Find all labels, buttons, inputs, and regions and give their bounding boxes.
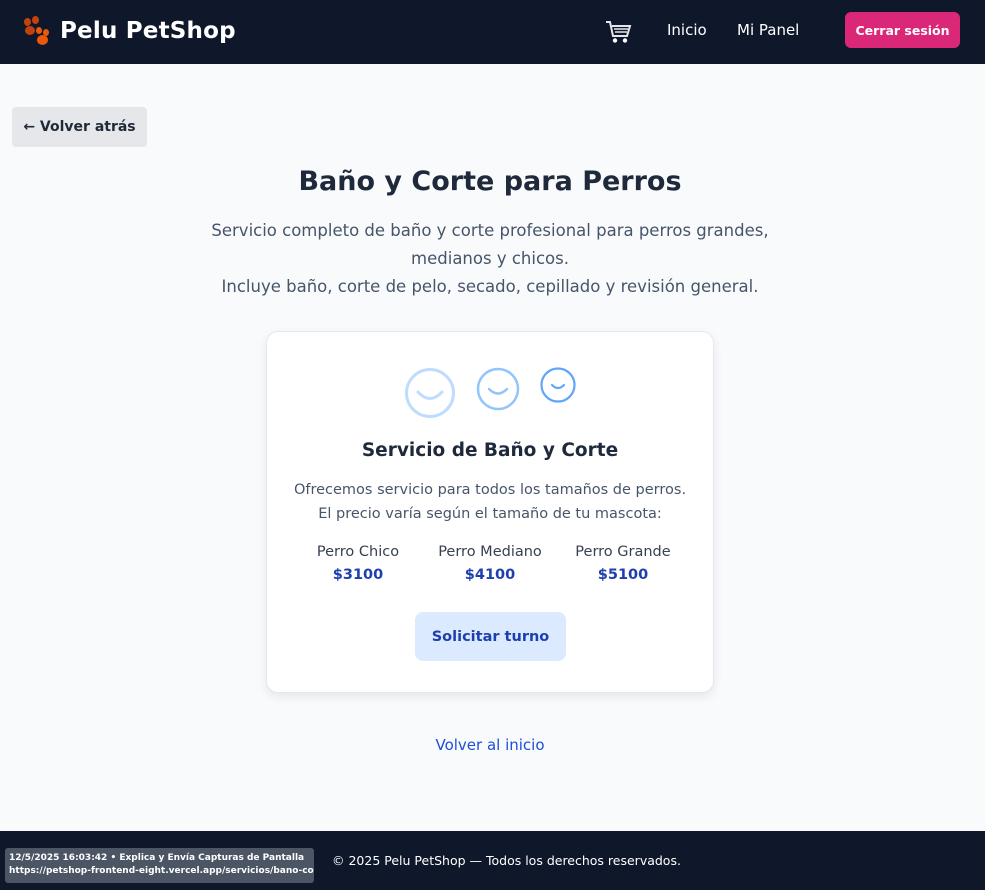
size-name: Perro Grande — [575, 544, 671, 560]
smiley-small-icon — [540, 367, 576, 403]
stamp-line-2: https://petshop-frontend-eight.vercel.ap… — [9, 866, 314, 876]
nav-link-mi-panel[interactable]: Mi Panel — [737, 21, 799, 39]
screenshot-stamp: 12/5/2025 16:03:42 • Explica y Envía Cap… — [5, 848, 314, 883]
back-to-home-link[interactable]: Volver al inicio — [0, 736, 980, 754]
size-option-mediano: Perro Mediano $4100 — [425, 542, 555, 588]
size-option-chico: Perro Chico $3100 — [293, 542, 423, 588]
brand[interactable]: Pelu PetShop — [22, 16, 236, 46]
card-text-line-1: Ofrecemos servicio para todos los tamaño… — [293, 482, 687, 498]
size-price: $5100 — [597, 567, 649, 583]
footer-copyright: © 2025 Pelu PetShop — Todos los derechos… — [332, 853, 681, 868]
size-option-grande: Perro Grande $5100 — [558, 542, 688, 588]
smiley-icons — [405, 367, 576, 418]
smiley-medium-icon — [476, 367, 520, 411]
paw-icon — [22, 16, 50, 46]
service-card: Servicio de Baño y Corte Ofrecemos servi… — [266, 331, 714, 693]
service-description: Servicio completo de baño y corte profes… — [170, 217, 810, 301]
request-appointment-button[interactable]: Solicitar turno — [415, 612, 566, 661]
smiley-large-icon — [405, 368, 455, 418]
brand-name: Pelu PetShop — [60, 18, 236, 44]
cart-icon[interactable] — [605, 19, 633, 45]
card-text-line-2: El precio varía según el tamaño de tu ma… — [318, 506, 662, 522]
size-price: $4100 — [464, 567, 516, 583]
description-line-2: Incluye baño, corte de pelo, secado, cep… — [221, 277, 759, 296]
description-line-1: Servicio completo de baño y corte profes… — [211, 221, 769, 268]
page-title: Baño y Corte para Perros — [298, 166, 682, 197]
size-name: Perro Chico — [316, 544, 400, 560]
back-button[interactable]: ← Volver atrás — [12, 107, 147, 147]
nav-link-inicio[interactable]: Inicio — [667, 21, 707, 39]
logout-button[interactable]: Cerrar sesión — [845, 12, 960, 48]
size-price: $3100 — [332, 567, 384, 583]
stamp-line-1: 12/5/2025 16:03:42 • Explica y Envía Cap… — [9, 853, 305, 863]
card-text: Ofrecemos servicio para todos los tamaño… — [267, 478, 713, 526]
card-title: Servicio de Baño y Corte — [361, 440, 619, 461]
top-navbar: Pelu PetShop Inicio Mi Panel Cerrar sesi… — [0, 0, 985, 64]
size-name: Perro Mediano — [438, 544, 542, 560]
footer: 12/5/2025 16:03:42 • Explica y Envía Cap… — [0, 831, 985, 890]
